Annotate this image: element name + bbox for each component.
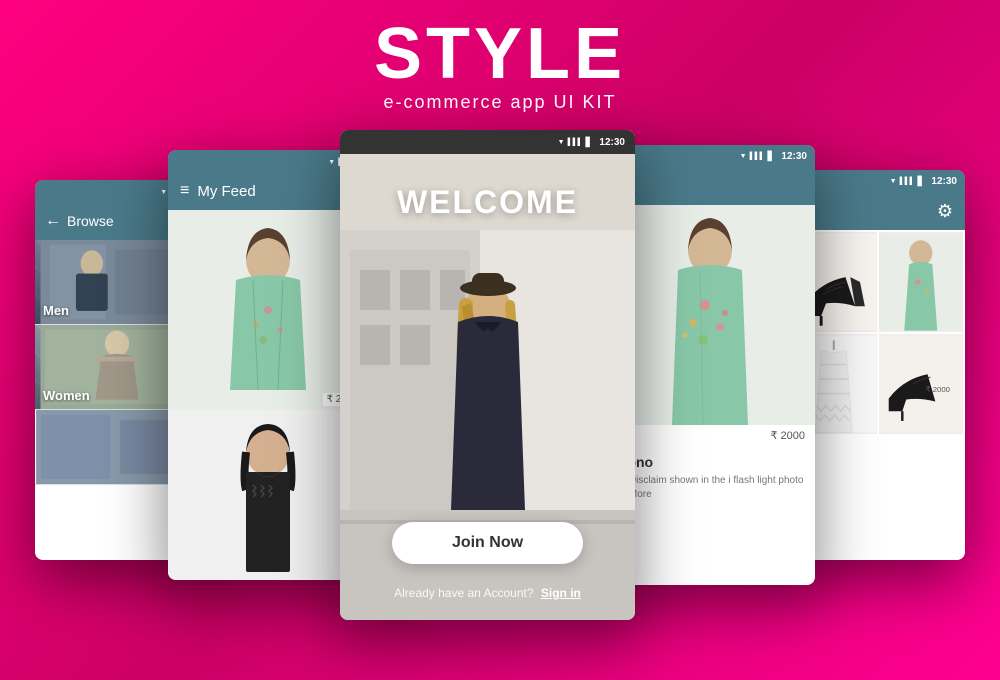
feed-title: My Feed bbox=[197, 183, 356, 200]
app-header: STYLE e-commerce app UI KIT bbox=[0, 0, 1000, 119]
browse-title: Browse bbox=[67, 213, 114, 229]
app-title: STYLE bbox=[0, 18, 1000, 90]
feed-header: ≡ My Feed bbox=[168, 172, 368, 210]
signin-link[interactable]: Sign in bbox=[541, 586, 581, 600]
filter-icon[interactable]: ⚙ bbox=[937, 201, 953, 222]
signal-icon-detail: ▌▌▌ bbox=[750, 153, 765, 160]
women-label: Women bbox=[43, 388, 90, 403]
product-grid: ₹ 2000 bbox=[790, 230, 965, 436]
battery-icon-grid: ▋ bbox=[918, 176, 925, 187]
detail-header: 🔍 bbox=[605, 167, 815, 205]
time-detail: 12:30 bbox=[781, 151, 807, 162]
menu-icon[interactable]: ≡ bbox=[180, 182, 189, 200]
grid-item-2[interactable] bbox=[879, 232, 964, 332]
welcome-status-bar: ▼ ▌▌▌ ▋ 12:30 bbox=[340, 130, 635, 154]
time-welcome: 12:30 bbox=[599, 137, 625, 148]
welcome-content: ▼ ▌▌▌ ▋ 12:30 WELCOME Join Now Already h… bbox=[340, 130, 635, 620]
signin-section: Already have an Account? Sign in bbox=[394, 586, 581, 600]
wifi-icon-feed bbox=[328, 156, 335, 167]
product-name: mono bbox=[615, 454, 805, 470]
grid-item-4[interactable]: ₹ 2000 bbox=[879, 334, 964, 434]
grid-header: ⚙ bbox=[790, 192, 965, 230]
wifi-icon-welcome: ▼ bbox=[558, 139, 565, 146]
grid-screen: ▼ ▌▌▌ ▋ 12:30 ⚙ bbox=[790, 170, 965, 560]
battery-icon-welcome: ▋ bbox=[586, 137, 593, 148]
app-subtitle: e-commerce app UI KIT bbox=[0, 92, 1000, 113]
wifi-icon-detail: ▼ bbox=[740, 153, 747, 160]
status-bar-grid: ▼ ▌▌▌ ▋ 12:30 bbox=[790, 170, 965, 192]
detail-phone: ▼ ▌▌▌ ▋ 12:30 🔍 bbox=[605, 145, 815, 585]
signal-icon-grid: ▌▌▌ bbox=[900, 178, 915, 185]
product-main-image[interactable] bbox=[605, 205, 815, 425]
feed-product-1[interactable]: ₹ 2000 bbox=[168, 210, 368, 410]
welcome-screen: ▼ ▌▌▌ ▋ 12:30 WELCOME Join Now Already h… bbox=[340, 130, 635, 620]
back-icon[interactable]: ← bbox=[45, 212, 61, 230]
men-label: Men bbox=[43, 303, 69, 318]
signin-prompt: Already have an Account? bbox=[394, 586, 533, 600]
signal-icon-welcome: ▌▌▌ bbox=[568, 139, 583, 146]
product-description: tte Disclaim shown in the i flash light … bbox=[615, 474, 805, 502]
welcome-text: WELCOME bbox=[397, 184, 578, 221]
feed-screen: ≡ My Feed bbox=[168, 150, 368, 580]
feed-phone: ≡ My Feed bbox=[168, 150, 368, 580]
product-price-detail: ₹ 2000 bbox=[605, 425, 815, 446]
svg-text:₹ 2000: ₹ 2000 bbox=[925, 385, 950, 394]
battery-icon-detail: ▋ bbox=[768, 151, 775, 162]
wifi-icon bbox=[160, 186, 167, 197]
time-grid: 12:30 bbox=[931, 176, 957, 187]
wifi-icon-grid: ▼ bbox=[890, 178, 897, 185]
welcome-phone: ▼ ▌▌▌ ▋ 12:30 WELCOME Join Now Already h… bbox=[340, 130, 635, 620]
feed-product-2[interactable] bbox=[168, 410, 368, 580]
grid-phone: ▼ ▌▌▌ ▋ 12:30 ⚙ bbox=[790, 170, 965, 560]
product-info: mono tte Disclaim shown in the i flash l… bbox=[605, 446, 815, 510]
join-now-button[interactable]: Join Now bbox=[392, 522, 583, 564]
status-bar-detail: ▼ ▌▌▌ ▋ 12:30 bbox=[605, 145, 815, 167]
status-bar-feed bbox=[168, 150, 368, 172]
detail-screen: ▼ ▌▌▌ ▋ 12:30 🔍 bbox=[605, 145, 815, 585]
phones-container: ← Browse Men bbox=[0, 130, 1000, 680]
